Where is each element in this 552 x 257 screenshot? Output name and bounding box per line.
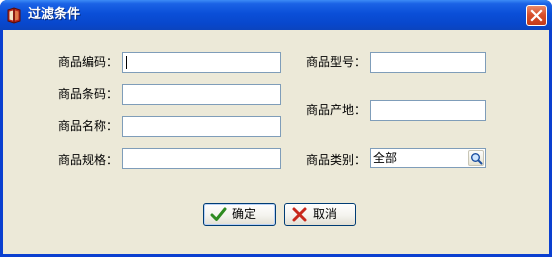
filter-dialog: 过滤条件 商品编码： 商品条码： 商品名称： 商品规格： 商品型号： 商品产地：… (0, 0, 552, 257)
product-origin-label: 商品产地： (306, 103, 367, 117)
window-title: 过滤条件 (28, 7, 81, 22)
product-barcode-field[interactable] (122, 84, 281, 105)
x-icon (291, 206, 308, 223)
product-spec-label: 商品规格： (58, 153, 119, 167)
product-origin-field[interactable] (370, 100, 486, 121)
product-category-select[interactable]: 全部 (370, 148, 486, 168)
product-code-label: 商品编码： (58, 55, 119, 69)
text-cursor (126, 56, 127, 69)
product-category-value: 全部 (373, 151, 398, 165)
title-bar[interactable]: 过滤条件 (0, 0, 552, 30)
ok-button-label: 确定 (232, 207, 257, 221)
product-category-label: 商品类别： (306, 153, 367, 167)
product-model-label: 商品型号： (306, 55, 367, 69)
product-name-field[interactable] (122, 116, 281, 137)
ok-button[interactable]: 确定 (203, 203, 276, 226)
cancel-button[interactable]: 取消 (284, 203, 356, 226)
cancel-button-label: 取消 (313, 207, 338, 221)
product-barcode-label: 商品条码： (58, 87, 119, 101)
category-lookup-button[interactable] (468, 150, 484, 166)
close-icon (530, 9, 543, 22)
product-name-label: 商品名称： (58, 119, 119, 133)
checkmark-icon (210, 206, 227, 223)
product-spec-field[interactable] (122, 148, 281, 169)
product-model-field[interactable] (370, 52, 486, 73)
magnifier-icon (471, 153, 483, 165)
book-icon (5, 6, 23, 24)
dialog-body: 商品编码： 商品条码： 商品名称： 商品规格： 商品型号： 商品产地： 商品类别… (3, 30, 549, 254)
product-code-field[interactable] (122, 52, 281, 73)
close-button[interactable] (526, 5, 547, 26)
